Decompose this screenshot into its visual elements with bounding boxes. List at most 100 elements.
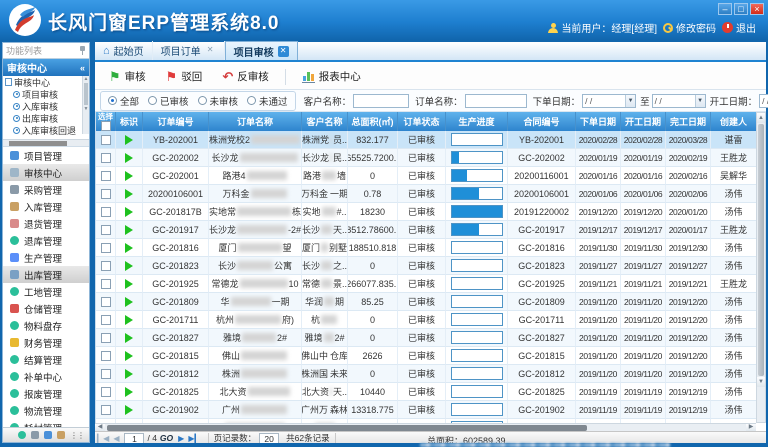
column-header[interactable]: 订单状态 [398, 112, 446, 131]
sidebar-item[interactable]: 审核中心 [3, 164, 89, 181]
maximize-button[interactable]: □ [734, 3, 748, 15]
tree-horizontal-scrollbar[interactable] [3, 139, 89, 146]
sidebar-item[interactable]: 工地管理 [3, 283, 89, 300]
column-header[interactable]: 订单名称 [209, 112, 302, 131]
column-header[interactable]: 选择 [96, 112, 116, 131]
sidebar-group-header[interactable]: 审核中心 « [3, 59, 89, 76]
sidebar-item[interactable]: 仓储管理 [3, 300, 89, 317]
sidebar-item[interactable]: 出库管理 [3, 266, 89, 283]
last-page-button[interactable]: ▶▎ [188, 434, 200, 443]
row-checkbox[interactable] [101, 189, 111, 199]
table-row[interactable]: GC-201812 株洲 株洲国未来 0 已审核 GC-201812 2019/… [96, 365, 756, 383]
sidebar-item[interactable]: 退库管理 [3, 232, 89, 249]
column-header[interactable]: 创建人 [711, 112, 756, 131]
tree-node[interactable]: 项目审核 [3, 88, 89, 100]
table-row[interactable]: GC-201816 厦门望 厦门别墅 188510.818 已审核 GC-201… [96, 239, 756, 257]
prev-page-button[interactable]: ◀ [113, 434, 119, 443]
row-checkbox[interactable] [101, 351, 111, 361]
row-checkbox[interactable] [101, 207, 111, 217]
column-header[interactable]: 标识 [116, 112, 143, 131]
table-row[interactable]: 20200106001 万科金 万科金一期 0.78 已审核 202001060… [96, 185, 756, 203]
tree-node-root[interactable]: 审核中心 [3, 76, 89, 88]
row-checkbox[interactable] [101, 153, 111, 163]
table-row[interactable]: GC-201711 杭州府) 杭 0 已审核 GC-201711 2019/11… [96, 311, 756, 329]
column-header[interactable]: 完工日期 [666, 112, 711, 131]
row-checkbox[interactable] [101, 225, 111, 235]
row-checkbox[interactable] [101, 243, 111, 253]
row-checkbox[interactable] [101, 171, 111, 181]
minimize-button[interactable]: – [718, 3, 732, 15]
page-size-input[interactable]: 20 [259, 433, 279, 444]
table-row[interactable]: GC-201817B 实地常栋 实地#.. 18230 已审核 20191220… [96, 203, 756, 221]
column-header[interactable]: 总面积(㎡) [348, 112, 398, 131]
sidebar-item[interactable]: 项目管理 [3, 147, 89, 164]
sidebar-item[interactable]: 补单中心 [3, 368, 89, 385]
sidebar-item[interactable]: 退货管理 [3, 215, 89, 232]
tree-node[interactable]: 入库审核回退 [3, 124, 89, 136]
change-password-button[interactable]: 修改密码 [663, 20, 716, 35]
column-header[interactable]: 客户名称 [302, 112, 348, 131]
grid-vertical-scrollbar[interactable]: ▲ ▼ [756, 112, 766, 423]
row-checkbox[interactable] [101, 369, 111, 379]
sidebar-item[interactable]: 生产管理 [3, 249, 89, 266]
tree-node[interactable]: 入库审核 [3, 100, 89, 112]
scroll-left-icon[interactable]: ◀ [95, 424, 105, 431]
status-radio[interactable]: 未审核 [198, 94, 239, 108]
table-row[interactable]: GC-201809 华一期 华润期 85.25 已审核 GC-201809 20… [96, 293, 756, 311]
row-checkbox[interactable] [101, 333, 111, 343]
vertical-scroll-thumb[interactable] [758, 124, 764, 376]
status-radio[interactable]: 全部 [108, 94, 139, 108]
page-number-input[interactable]: 1 [124, 433, 144, 444]
nav-overflow-icon[interactable] [44, 431, 52, 439]
nav-overflow-icon[interactable] [57, 431, 65, 439]
collapse-icon[interactable]: « [80, 63, 85, 73]
sidebar-item[interactable]: 采购管理 [3, 181, 89, 198]
status-radio[interactable]: 未通过 [247, 94, 288, 108]
table-row[interactable]: GC-201825 北大资 北大资天.. 10440 已审核 GC-201825… [96, 383, 756, 401]
approve-button[interactable]: ⚑ 审核 [101, 65, 154, 88]
tree-node[interactable]: 出库审核 [3, 112, 89, 124]
status-radio[interactable]: 已审核 [148, 94, 189, 108]
logout-button[interactable]: 退出 [722, 20, 756, 35]
nav-more-icon[interactable]: ⋮⋮ [70, 431, 84, 440]
sidebar-item[interactable]: 物料盘存 [3, 317, 89, 334]
column-header[interactable]: 生产进度 [446, 112, 508, 131]
order-name-input[interactable] [465, 94, 527, 108]
table-row[interactable]: GC-202002 长沙龙 长沙龙民.. 65525.7200.. 已审核 GC… [96, 149, 756, 167]
grid-horizontal-scrollbar[interactable]: ◀ ▶ [95, 423, 756, 431]
table-row[interactable]: GC-202001 路港4 路港墙 0 已审核 20200116001 2020… [96, 167, 756, 185]
column-header[interactable]: 合同编号 [508, 112, 576, 131]
row-checkbox[interactable] [101, 261, 111, 271]
go-button[interactable]: GO [160, 433, 173, 443]
sidebar-item[interactable]: 入库管理 [3, 198, 89, 215]
order-date-end-picker[interactable]: / /▼ [652, 94, 706, 108]
nav-overflow-icon[interactable] [31, 431, 39, 439]
sidebar-item[interactable]: 结算管理 [3, 351, 89, 368]
close-button[interactable]: × [750, 3, 764, 15]
tab-active[interactable]: 项目审核 ✕ [225, 41, 298, 60]
current-user[interactable]: 当前用户：经理[经理] [548, 20, 657, 35]
nav-overflow-icon[interactable] [18, 431, 26, 439]
row-checkbox[interactable] [101, 405, 111, 415]
row-checkbox[interactable] [101, 297, 111, 307]
start-date-picker[interactable]: / /▼ [759, 94, 768, 108]
close-tab-icon[interactable]: ✕ [278, 46, 289, 57]
first-page-button[interactable]: ▎◀ [97, 434, 109, 443]
row-checkbox[interactable] [101, 387, 111, 397]
table-row[interactable]: YB-202001 株洲党校2 株洲党员.. 832.177 已审核 YB-20… [96, 131, 756, 149]
function-list-box[interactable]: 功能列表 [3, 43, 89, 59]
close-tab-icon[interactable]: ✕ [205, 45, 216, 56]
scroll-up-icon[interactable]: ▲ [757, 113, 765, 123]
report-center-button[interactable]: 报表中心 [294, 65, 369, 88]
column-header[interactable]: 订单编号 [143, 112, 209, 131]
tree-vertical-scrollbar[interactable]: ▲▼ [82, 76, 89, 134]
order-date-picker[interactable]: / /▼ [582, 94, 636, 108]
table-row[interactable]: GC-201827 雅境2# 雅境2# 0 已审核 GC-201827 2019… [96, 329, 756, 347]
row-checkbox[interactable] [101, 279, 111, 289]
tab-item[interactable]: 项目订单 ✕ [153, 41, 225, 60]
row-checkbox[interactable] [101, 315, 111, 325]
sidebar-item[interactable]: 物流管理 [3, 402, 89, 419]
tab-item[interactable]: ⌂ 起始页 [95, 41, 153, 60]
customer-name-input[interactable] [353, 94, 409, 108]
table-row[interactable]: GC-201815 佛山 佛山中仓库 2626 已审核 GC-201815 20… [96, 347, 756, 365]
